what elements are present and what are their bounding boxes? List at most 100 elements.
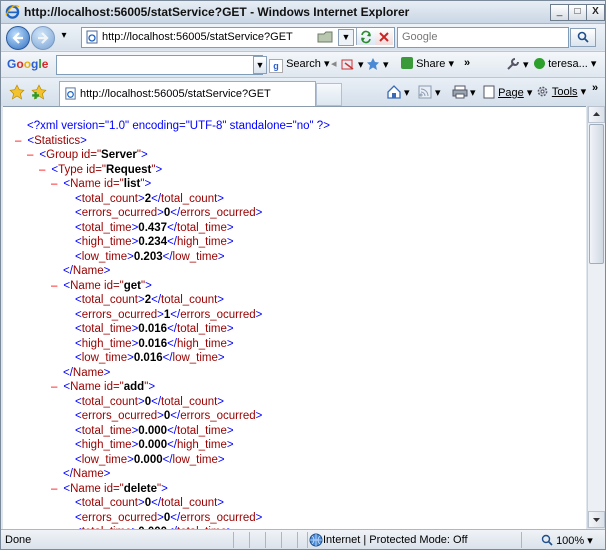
xml-element-total-time: <total_time>0.000</total_time> <box>75 425 234 437</box>
xml-name-open[interactable]: – <Name id="list"> <box>51 177 151 191</box>
xml-element-high-time: <high_time>0.234</high_time> <box>75 236 234 248</box>
stop-button[interactable] <box>375 28 393 45</box>
recent-pages-dropdown[interactable]: ▾ <box>57 28 71 45</box>
address-dropdown[interactable]: ▼ <box>338 29 354 46</box>
zoom-control[interactable]: 100% ▾ <box>541 534 593 547</box>
browser-window: http://localhost:56005/statService?GET -… <box>0 0 606 550</box>
xml-value: 0.016 <box>138 338 168 350</box>
google-toolbar: Google ▼ g Search ▾ ◂ ▾ ▾ Share ▾ » ▾ te… <box>1 51 605 77</box>
page-menu[interactable]: Page ▾ <box>483 85 532 99</box>
feeds-icon[interactable] <box>418 85 432 99</box>
security-zone-text[interactable]: Internet | Protected Mode: Off <box>323 534 468 546</box>
user-name: teresa... <box>548 58 588 70</box>
page-menu-label: Page <box>498 87 524 99</box>
google-search-button[interactable]: g Search ▾ <box>269 57 330 73</box>
xml-element-low-time: <low_time>0.203</low_time> <box>75 251 225 263</box>
xml-attr-value: Server <box>101 149 137 161</box>
xml-value: 0.000 <box>138 439 168 451</box>
forward-button[interactable] <box>31 26 55 50</box>
xml-attr-value: get <box>123 280 142 292</box>
wrench-icon <box>507 58 519 70</box>
page-icon <box>86 30 98 44</box>
new-tab-button[interactable] <box>316 83 342 106</box>
page-menu-icon <box>483 85 495 99</box>
toolbar-overflow-chevron[interactable]: » <box>464 57 470 69</box>
zoom-magnifier-icon <box>541 534 553 546</box>
xml-name-open[interactable]: – <Name id="delete"> <box>51 482 168 496</box>
scroll-down-button[interactable] <box>588 511 605 528</box>
status-separator <box>307 532 308 548</box>
xml-value: 0.437 <box>138 222 168 234</box>
status-separator <box>297 532 298 548</box>
back-button[interactable] <box>6 26 30 50</box>
user-account-button[interactable]: teresa... ▾ <box>534 57 596 70</box>
share-button[interactable]: Share ▾ <box>401 57 454 70</box>
google-search-input[interactable] <box>56 55 263 75</box>
magnifier-icon <box>577 31 589 43</box>
xml-value: 0.000 <box>138 425 168 437</box>
xml-declaration: <?xml version="1.0" encoding="UTF-8" sta… <box>27 120 330 132</box>
command-bar-overflow-chevron[interactable]: » <box>592 82 598 94</box>
print-dropdown[interactable]: ▾ <box>470 86 476 99</box>
compatibility-view-icon[interactable] <box>316 30 334 44</box>
zoom-level: 100% <box>556 535 585 547</box>
forward-arrow-icon <box>38 32 49 44</box>
home-dropdown[interactable]: ▾ <box>404 86 410 99</box>
xml-document-view: <?xml version="1.0" encoding="UTF-8" sta… <box>3 106 586 529</box>
refresh-button[interactable] <box>356 28 375 45</box>
google-search-dropdown[interactable]: ▼ <box>253 56 267 74</box>
collapse-toggle-icon: – <box>27 149 34 161</box>
collapse-toggle-icon: – <box>51 178 58 190</box>
share-label: Share <box>416 58 446 70</box>
popup-blocker-button[interactable]: ▾ <box>341 57 364 71</box>
google-g-icon: g <box>269 59 283 73</box>
collapse-toggle-icon: – <box>51 280 58 292</box>
address-bar[interactable]: http://localhost:56005/statService?GET ▼ <box>81 27 395 48</box>
tools-menu-label: Tools <box>551 86 578 98</box>
google-logo: Google <box>7 57 49 71</box>
xml-root-open[interactable]: – <Statistics> <box>15 134 87 148</box>
xml-type-open[interactable]: – <Type id="Request"> <box>39 163 162 177</box>
gear-icon <box>537 86 548 97</box>
home-icon[interactable] <box>386 84 402 100</box>
close-button[interactable]: X <box>586 4 605 21</box>
popup-icon <box>341 59 354 70</box>
xml-element-total-count: <total_count>0</total_count> <box>75 497 225 509</box>
search-placeholder: Google <box>402 31 438 43</box>
title-bar: http://localhost:56005/statService?GET -… <box>1 1 605 24</box>
collapse-toggle-icon: – <box>15 135 22 147</box>
add-favorites-icon[interactable] <box>31 84 47 100</box>
xml-name-open[interactable]: – <Name id="add"> <box>51 380 155 394</box>
xml-attr-value: list <box>123 178 141 190</box>
xml-element-errors-ocurred: <errors_ocurred>1</errors_ocurred> <box>75 309 263 321</box>
xml-name-open[interactable]: – <Name id="get"> <box>51 279 152 293</box>
toolbar-settings-button[interactable]: ▾ <box>506 57 529 71</box>
tab-active[interactable]: http://localhost:56005/statService?GET <box>59 81 316 106</box>
scroll-thumb[interactable] <box>589 124 604 264</box>
favorites-star-icon[interactable] <box>9 84 25 100</box>
status-dot-icon <box>534 58 545 69</box>
xml-element-low-time: <low_time>0.000</low_time> <box>75 454 225 466</box>
print-icon[interactable] <box>452 85 468 99</box>
xml-value: 0.016 <box>138 323 168 335</box>
search-button[interactable] <box>570 28 596 47</box>
vertical-scrollbar[interactable] <box>587 106 605 528</box>
xml-element-total-time: <total_time>0.016</total_time> <box>75 323 234 335</box>
status-separator <box>281 532 282 548</box>
bookmark-star-icon <box>367 58 379 70</box>
xml-group-open[interactable]: – <Group id="Server"> <box>27 148 148 162</box>
bookmark-button[interactable]: ▾ <box>366 57 389 71</box>
scroll-up-button[interactable] <box>588 106 605 123</box>
search-input[interactable]: Google <box>397 27 569 48</box>
xml-name-close: </Name> <box>63 468 111 480</box>
xml-element-errors-ocurred: <errors_ocurred>0</errors_ocurred> <box>75 410 263 422</box>
maximize-button[interactable]: □ <box>568 4 587 21</box>
window-title: http://localhost:56005/statService?GET -… <box>24 5 410 19</box>
minimize-button[interactable]: _ <box>550 4 569 21</box>
refresh-icon <box>361 30 371 44</box>
feeds-dropdown[interactable]: ▾ <box>435 86 441 99</box>
status-text: Done <box>5 534 32 546</box>
address-row: ▾ http://localhost:56005/statService?GET… <box>1 24 605 50</box>
tools-menu[interactable]: Tools ▾ <box>536 85 586 98</box>
stop-icon <box>379 32 389 42</box>
